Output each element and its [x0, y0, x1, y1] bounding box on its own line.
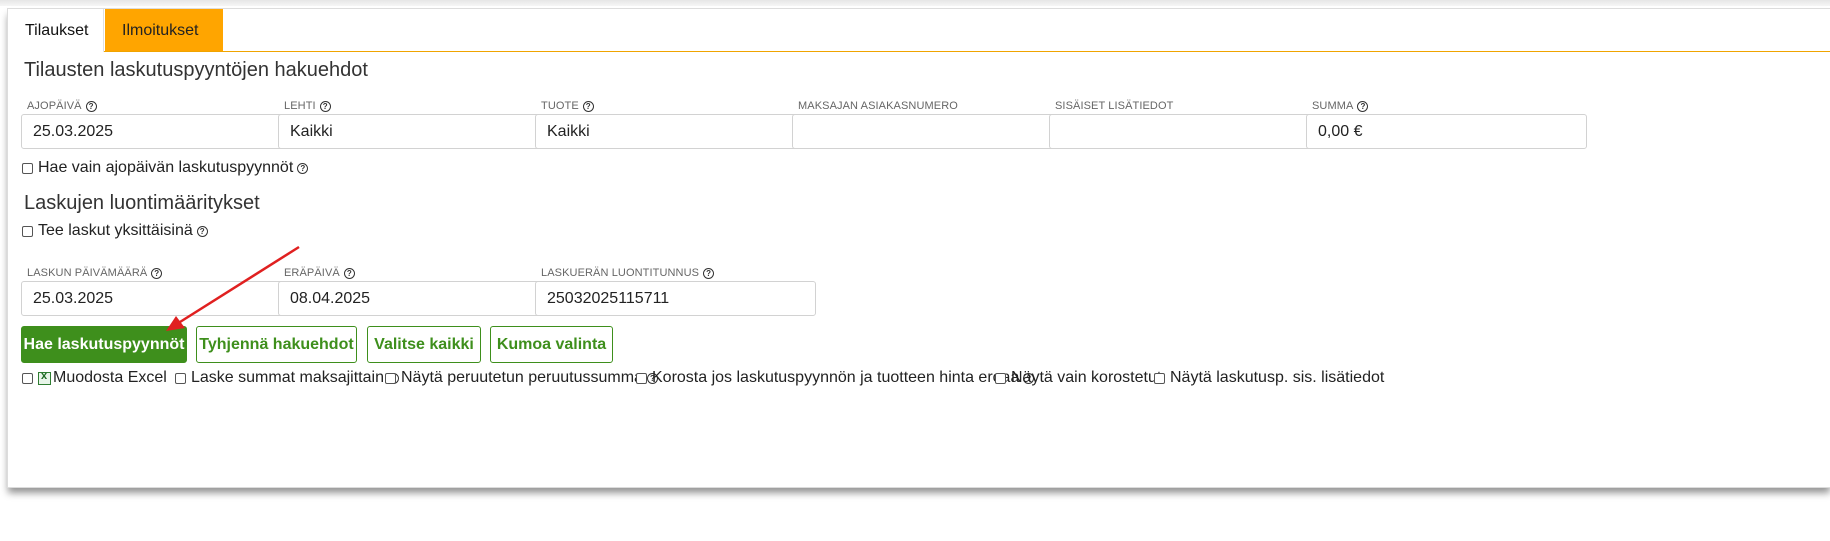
only-highlighted-checkbox[interactable]: [995, 372, 1006, 384]
lehti-select[interactable]: Kaikki: [278, 114, 559, 149]
tuote-select[interactable]: Kaikki: [535, 114, 816, 149]
help-icon[interactable]: ?: [196, 225, 208, 237]
search-heading: Tilausten laskutuspyyntöjen hakuehdot: [24, 59, 368, 81]
only-run-day-checkbox[interactable]: [22, 162, 33, 174]
erapaiva-input[interactable]: 08.04.2025: [278, 281, 559, 316]
individual-invoices-option[interactable]: Tee laskut yksittäisinä ?: [22, 222, 208, 240]
individual-invoices-checkbox[interactable]: [22, 225, 33, 237]
help-icon[interactable]: ?: [151, 267, 163, 279]
help-icon[interactable]: ?: [85, 100, 97, 112]
excel-option[interactable]: Muodosta Excel: [22, 369, 167, 387]
show-cancelled-checkbox[interactable]: [385, 372, 396, 384]
only-run-day-option[interactable]: Hae vain ajopäivän laskutuspyynnöt ?: [22, 159, 309, 177]
excel-icon: [38, 370, 51, 385]
field-label: ERÄPÄIVÄ: [284, 267, 340, 279]
show-cancelled-option[interactable]: Näytä peruutetun peruutussumma ?: [385, 369, 658, 387]
maksajan-asiakasnumero-input[interactable]: [792, 114, 1073, 149]
tab-ilmoitukset[interactable]: Ilmoitukset: [105, 9, 223, 51]
select-all-button[interactable]: Valitse kaikki: [367, 326, 481, 363]
creation-heading: Laskujen luontimääritykset: [24, 192, 260, 214]
help-icon[interactable]: ?: [703, 267, 715, 279]
luontitunnus-input[interactable]: 25032025115711: [535, 281, 816, 316]
tab-bar: Tilaukset Ilmoitukset: [8, 9, 1830, 52]
field-label: LASKUERÄN LUONTITUNNUS: [541, 267, 700, 279]
excel-checkbox[interactable]: [22, 372, 33, 384]
individual-invoices-label: Tee laskut yksittäisinä: [38, 222, 193, 239]
help-icon[interactable]: ?: [1357, 100, 1369, 112]
field-label: LASKUN PÄIVÄMÄÄRÄ: [27, 267, 148, 279]
tab-tilaukset[interactable]: Tilaukset: [8, 9, 104, 52]
excel-label: Muodosta Excel: [53, 369, 167, 386]
highlight-price-option[interactable]: Korosta jos laskutuspyynnön ja tuotteen …: [636, 369, 1035, 387]
field-label: LEHTI: [284, 100, 316, 112]
only-run-day-label: Hae vain ajopäivän laskutuspyynnöt: [38, 159, 294, 176]
ajopaiva-input[interactable]: 25.03.2025: [21, 114, 302, 149]
search-button[interactable]: Hae laskutuspyynnöt: [21, 326, 187, 363]
show-internal-label: Näytä laskutusp. sis. lisätiedot: [1170, 369, 1385, 386]
sum-by-payer-option[interactable]: Laske summat maksajittain ?: [175, 369, 399, 387]
sisaiset-lisatiedot-input[interactable]: [1049, 114, 1330, 149]
field-label: AJOPÄIVÄ: [27, 100, 82, 112]
highlight-price-label: Korosta jos laskutuspyynnön ja tuotteen …: [652, 369, 1020, 386]
deselect-button[interactable]: Kumoa valinta: [490, 326, 613, 363]
summa-input[interactable]: 0,00 €: [1306, 114, 1587, 149]
help-icon[interactable]: ?: [297, 162, 309, 174]
field-label: TUOTE: [541, 100, 579, 112]
show-cancelled-label: Näytä peruutetun peruutussumma: [401, 369, 643, 386]
top-rule: [0, 0, 1830, 6]
field-label: SUMMA: [1312, 100, 1354, 112]
clear-button[interactable]: Tyhjennä hakuehdot: [196, 326, 357, 363]
main-panel: Tilaukset Ilmoitukset Tilausten laskutus…: [7, 8, 1830, 488]
help-icon[interactable]: ?: [319, 100, 331, 112]
sum-by-payer-checkbox[interactable]: [175, 372, 186, 384]
show-internal-option[interactable]: Näytä laskutusp. sis. lisätiedot: [1154, 369, 1384, 387]
help-icon[interactable]: ?: [582, 100, 594, 112]
field-label: MAKSAJAN ASIAKASNUMERO: [798, 100, 958, 112]
help-icon[interactable]: ?: [343, 267, 355, 279]
sum-by-payer-label: Laske summat maksajittain: [191, 369, 384, 386]
highlight-price-checkbox[interactable]: [636, 372, 647, 384]
show-internal-checkbox[interactable]: [1154, 372, 1165, 384]
laskun-paivamaara-input[interactable]: 25.03.2025: [21, 281, 302, 316]
only-highlighted-label: Näytä vain korostetut: [1011, 369, 1162, 386]
field-label: SISÄISET LISÄTIEDOT: [1055, 100, 1174, 112]
only-highlighted-option[interactable]: Näytä vain korostetut: [995, 369, 1161, 387]
